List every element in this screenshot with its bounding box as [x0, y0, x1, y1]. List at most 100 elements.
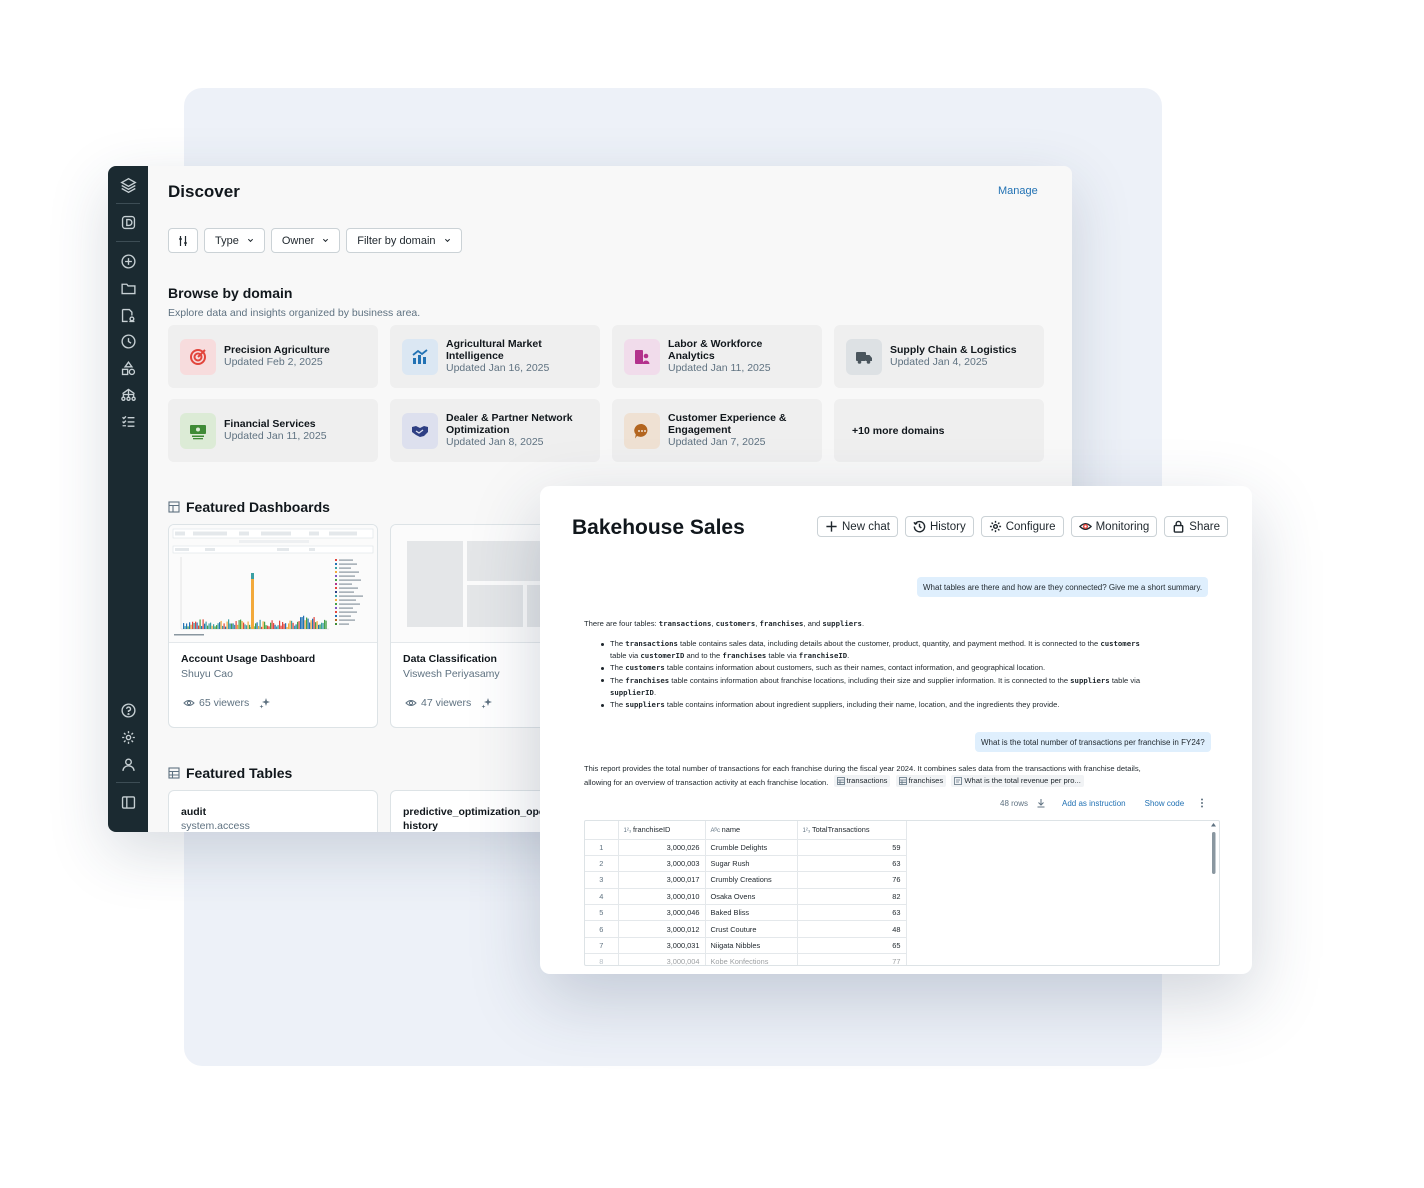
filter-settings-button[interactable] [168, 228, 198, 253]
sidebar-toggle-icon[interactable] [118, 792, 138, 812]
table-row[interactable]: 7 3,000,031 Niigata Nibbles 65 [585, 937, 907, 955]
list-item: The transactions table contains sales da… [600, 638, 1204, 662]
lock-icon [1173, 520, 1184, 533]
hierarchy-icon[interactable] [118, 384, 138, 404]
domain-card[interactable]: Agricultural Market Intelligence Updated … [390, 325, 600, 388]
domain-card[interactable]: Precision Agriculture Updated Feb 2, 2025 [168, 325, 378, 388]
table-row[interactable]: 1 3,000,026 Crumble Delights 59 [585, 839, 907, 856]
featured-dashboards-header: Featured Dashboards [168, 499, 330, 515]
domain-card[interactable]: Labor & Workforce Analytics Updated Jan 1… [612, 325, 822, 388]
download-icon[interactable] [1036, 798, 1046, 808]
sparkle-icon[interactable] [259, 697, 271, 709]
help-icon[interactable] [118, 700, 138, 720]
layers-logo-icon[interactable] [118, 175, 138, 195]
reference-chip[interactable]: transactions [833, 775, 891, 788]
table-row[interactable]: 2 3,000,003 Sugar Rush 63 [585, 855, 907, 873]
more-domains-label: +10 more domains [852, 424, 945, 437]
domain-name: Agricultural Market Intelligence [446, 338, 542, 362]
table-scrollbar[interactable] [1210, 822, 1217, 964]
browse-title: Browse by domain [168, 285, 293, 301]
column-header[interactable]: 1²₃ TotalTransactions [797, 821, 907, 840]
folder-icon[interactable] [118, 278, 138, 298]
dashboard-owner: Shuyu Cao [181, 668, 233, 680]
table-schema: system.access [181, 820, 250, 832]
type-filter-dropdown[interactable]: Type [204, 228, 265, 253]
answer-report: This report provides the total number of… [584, 764, 1141, 788]
table-row[interactable]: 5 3,000,046 Baked Bliss 63 [585, 904, 907, 922]
space-title: Bakehouse Sales [572, 516, 745, 539]
new-plus-icon[interactable] [118, 251, 138, 271]
history-button[interactable]: History [904, 516, 974, 537]
dashboard-owner: Viswesh Periyasamy [403, 668, 500, 680]
header-actions: New chat History Configure Monitoring Sh… [817, 516, 1228, 537]
domain-card[interactable]: Supply Chain & Logistics Updated Jan 4, 2… [834, 325, 1044, 388]
column-header[interactable]: 1²₃ franchiseID [618, 821, 706, 840]
answer-bullet-list: The transactions table contains sales da… [600, 638, 1204, 711]
domain-updated: Updated Feb 2, 2025 [224, 356, 323, 368]
configure-button[interactable]: Configure [980, 516, 1064, 537]
sparkle-icon[interactable] [481, 697, 493, 709]
domain-name: Precision Agriculture [224, 344, 330, 356]
featured-tables-header: Featured Tables [168, 765, 292, 781]
row-index-header [585, 821, 619, 840]
viewers-count: 65 viewers [183, 697, 271, 709]
domain-updated: Updated Jan 16, 2025 [446, 362, 550, 374]
chevron-down-icon [444, 238, 450, 243]
kebab-menu-icon[interactable] [1200, 798, 1204, 808]
share-button[interactable]: Share [1164, 516, 1228, 537]
manage-link[interactable]: Manage [998, 185, 1038, 197]
dashboard-card[interactable]: Account Usage Dashboard Shuyu Cao 65 vie… [168, 524, 378, 728]
row-count: 48 rows [1000, 798, 1029, 808]
target-icon [180, 338, 216, 375]
table-row[interactable]: 3 3,000,017 Crumbly Creations 76 [585, 871, 907, 889]
eye-icon [405, 700, 417, 706]
settings-gear-icon[interactable] [118, 727, 138, 747]
reference-chip[interactable]: What is the total revenue per pro... [951, 775, 1084, 788]
user-question-bubble: What is the total number of transactions… [975, 732, 1211, 752]
chat-bubble-icon [624, 412, 660, 449]
domain-updated: Updated Jan 11, 2025 [224, 430, 327, 442]
add-as-instruction-link[interactable]: Add as instruction [1062, 799, 1126, 808]
eye-icon [183, 700, 195, 706]
chevron-down-icon [323, 238, 329, 243]
domain-card[interactable]: Financial Services Updated Jan 11, 2025 [168, 399, 378, 462]
domain-updated: Updated Jan 7, 2025 [668, 436, 766, 448]
domain-updated: Updated Jan 4, 2025 [890, 356, 988, 368]
more-domains-card[interactable]: +10 more domains [834, 399, 1044, 462]
catalog-icon[interactable] [118, 305, 138, 325]
table-card[interactable]: audit system.access [168, 790, 378, 832]
domain-card[interactable]: Dealer & Partner Network Optimization Upd… [390, 399, 600, 462]
shapes-icon[interactable] [118, 358, 138, 378]
dashboard-thumbnail [169, 525, 377, 643]
list-item: The suppliers table contains information… [600, 699, 1204, 711]
checklist-icon[interactable] [118, 411, 138, 431]
truck-icon [846, 338, 882, 375]
history-clock-icon[interactable] [118, 331, 138, 351]
table-row[interactable]: 4 3,000,010 Osaka Ovens 82 [585, 888, 907, 906]
result-toolbar: 48 rows Add as instruction Show code [1000, 798, 1204, 808]
table-row[interactable]: 6 3,000,012 Crust Couture 48 [585, 920, 907, 938]
reference-chip[interactable]: franchises [895, 775, 947, 788]
table-row[interactable]: 8 3,000,004 Kobe Konfections 77 [585, 953, 907, 965]
monitoring-button[interactable]: Monitoring [1070, 516, 1158, 537]
market-chart-icon [402, 338, 438, 375]
list-item: The customers table contains information… [600, 662, 1204, 674]
domain-filter-dropdown[interactable]: Filter by domain [346, 228, 462, 253]
featured-tables-title: Featured Tables [186, 765, 293, 781]
result-table: 1²₃ franchiseID Aᴮc name 1²₃ TotalTransa… [584, 820, 1220, 966]
column-header[interactable]: Aᴮc name [705, 821, 798, 840]
history-icon [913, 520, 926, 533]
dashboard-name: Account Usage Dashboard [181, 653, 316, 665]
owner-filter-dropdown[interactable]: Owner [270, 228, 341, 253]
answer-intro: There are four tables: transactions, cus… [584, 619, 865, 628]
new-chat-button[interactable]: New chat [817, 516, 898, 537]
domain-card[interactable]: Customer Experience & Engagement Updated … [612, 399, 822, 462]
workspace-d-icon[interactable] [118, 212, 138, 232]
gear-icon [989, 520, 1001, 533]
domain-name: Labor & Workforce Analytics [668, 338, 763, 362]
table-grid-icon [168, 767, 180, 779]
show-code-link[interactable]: Show code [1145, 799, 1185, 808]
browse-subtitle: Explore data and insights organized by b… [168, 307, 421, 319]
viewers-count: 47 viewers [405, 697, 493, 709]
user-icon[interactable] [118, 754, 138, 774]
